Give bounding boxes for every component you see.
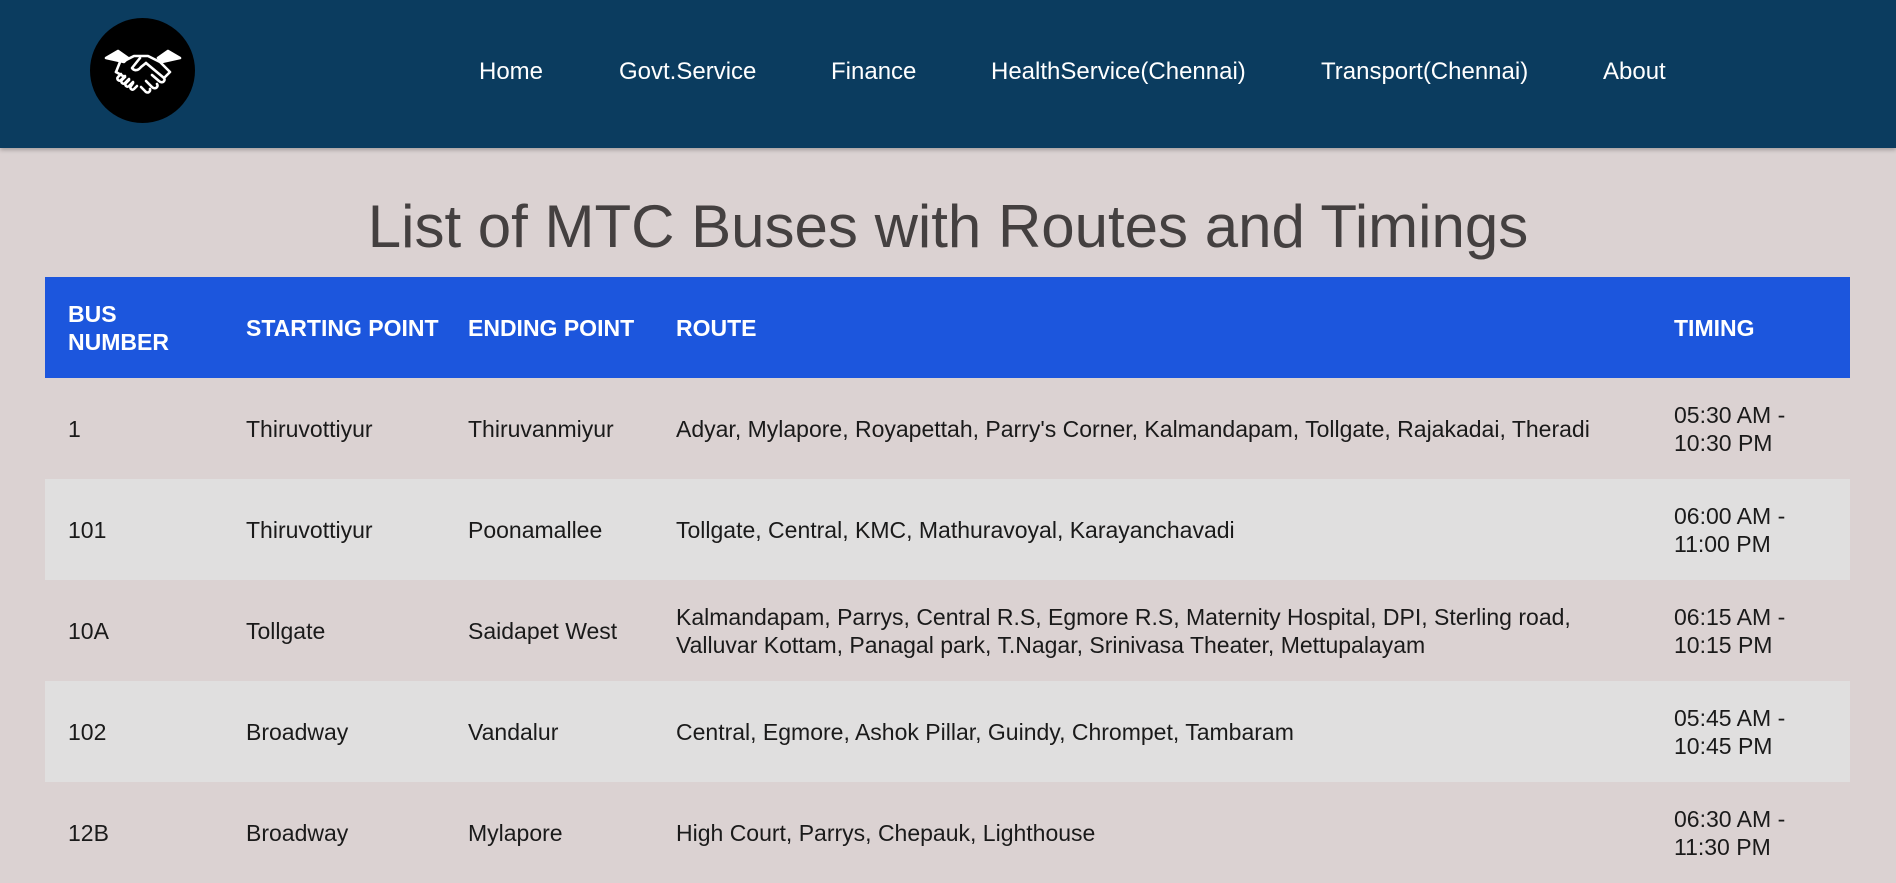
cell-bus-number: 102 xyxy=(68,718,107,745)
bus-table-container: BUS NUMBER STARTING POINT ENDING POINT R… xyxy=(45,277,1850,883)
navbar: Home Govt.Service Finance HealthService(… xyxy=(0,0,1896,148)
cell-ending-point: Thiruvanmiyur xyxy=(468,415,614,442)
cell-bus-number: 1 xyxy=(68,415,81,442)
cell-bus-number: 101 xyxy=(68,516,107,543)
column-header-ending-point: ENDING POINT xyxy=(468,314,635,341)
site-logo[interactable] xyxy=(90,18,195,123)
column-header-bus-number: BUS NUMBER xyxy=(68,300,169,355)
nav-home[interactable]: Home xyxy=(479,58,543,86)
table-body: 1 Thiruvottiyur Thiruvanmiyur Adyar, Myl… xyxy=(45,378,1850,883)
cell-route: Adyar, Mylapore, Royapettah, Parry's Cor… xyxy=(676,415,1590,442)
cell-route: Central, Egmore, Ashok Pillar, Guindy, C… xyxy=(676,718,1294,745)
cell-starting-point: Broadway xyxy=(246,718,349,745)
cell-bus-number: 10A xyxy=(68,617,109,644)
cell-route: Kalmandapam, Parrys, Central R.S, Egmore… xyxy=(676,603,1571,658)
page-title: List of MTC Buses with Routes and Timing… xyxy=(367,193,1529,260)
cell-timing: 05:30 AM - 10:30 PM xyxy=(1674,401,1786,456)
cell-timing: 05:45 AM - 10:45 PM xyxy=(1674,704,1786,759)
cell-ending-point: Vandalur xyxy=(468,718,559,745)
cell-starting-point: Thiruvottiyur xyxy=(246,415,373,442)
column-header-timing: TIMING xyxy=(1674,314,1755,341)
column-header-route: ROUTE xyxy=(676,314,757,341)
cell-ending-point: Saidapet West xyxy=(468,617,618,644)
cell-starting-point: Tollgate xyxy=(246,617,326,644)
bus-table: BUS NUMBER STARTING POINT ENDING POINT R… xyxy=(45,277,1850,883)
nav-transport[interactable]: Transport(Chennai) xyxy=(1321,58,1528,86)
table-header: BUS NUMBER STARTING POINT ENDING POINT R… xyxy=(45,277,1850,378)
nav-govt-service[interactable]: Govt.Service xyxy=(619,58,756,86)
nav-about[interactable]: About xyxy=(1603,58,1666,86)
nav-finance[interactable]: Finance xyxy=(831,58,916,86)
cell-timing: 06:15 AM - 10:15 PM xyxy=(1674,603,1786,658)
table-row: 102 Broadway Vandalur Central, Egmore, A… xyxy=(45,681,1850,782)
table-row: 1 Thiruvottiyur Thiruvanmiyur Adyar, Myl… xyxy=(45,378,1850,479)
cell-ending-point: Poonamallee xyxy=(468,516,603,543)
table-header-row: BUS NUMBER STARTING POINT ENDING POINT R… xyxy=(45,277,1850,378)
table-row: 10A Tollgate Saidapet West Kalmandapam, … xyxy=(45,580,1850,681)
cell-starting-point: Thiruvottiyur xyxy=(246,516,373,543)
cell-route: Tollgate, Central, KMC, Mathuravoyal, Ka… xyxy=(676,516,1235,543)
nav-health-service[interactable]: HealthService(Chennai) xyxy=(991,58,1246,86)
column-header-starting-point: STARTING POINT xyxy=(246,314,439,341)
cell-timing: 06:00 AM - 11:00 PM xyxy=(1674,502,1786,557)
table-row: 101 Thiruvottiyur Poonamallee Tollgate, … xyxy=(45,479,1850,580)
handshake-icon xyxy=(104,49,181,94)
